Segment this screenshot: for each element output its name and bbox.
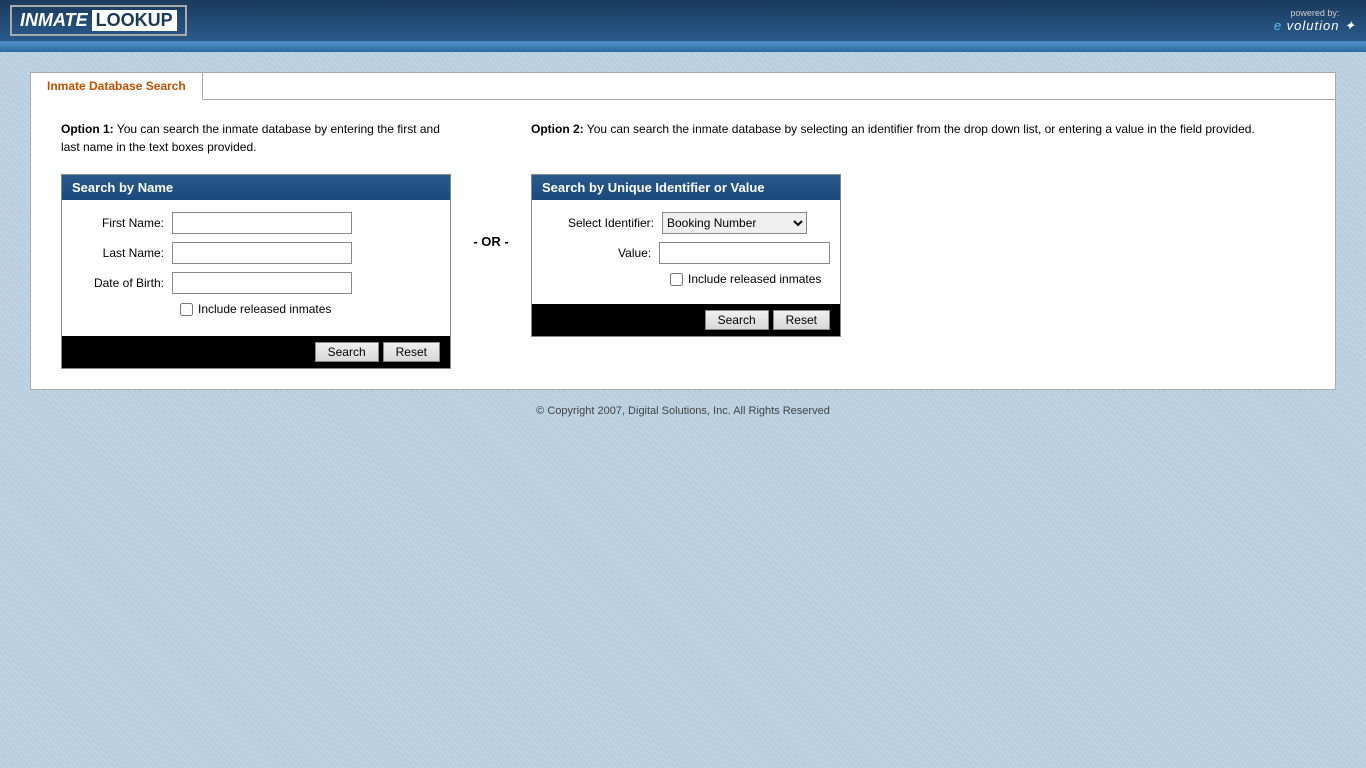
copyright-text: © Copyright 2007, Digital Solutions, Inc… <box>536 405 830 417</box>
option1-label: Option 1: <box>61 122 114 136</box>
footer: © Copyright 2007, Digital Solutions, Inc… <box>30 390 1336 432</box>
name-search-button[interactable]: Search <box>315 342 379 362</box>
select-identifier-label: Select Identifier: <box>542 216 662 230</box>
or-divider: - OR - <box>451 174 531 249</box>
include-released-checkbox[interactable] <box>180 303 193 316</box>
logo-box: INMATE LOOKUP <box>10 5 187 36</box>
identifier-select[interactable]: Booking Number SSN Inmate ID Case Number <box>662 212 807 234</box>
uid-include-released-checkbox[interactable] <box>670 273 683 286</box>
dob-row: Date of Birth: <box>72 272 440 294</box>
powered-by-label: powered by: <box>1290 8 1339 18</box>
powered-by-area: powered by: e volution ✦ <box>1274 8 1356 34</box>
uid-include-released-label: Include released inmates <box>688 272 821 286</box>
uid-search-body: Select Identifier: Booking Number SSN In… <box>532 200 840 304</box>
uid-search-footer: Search Reset <box>532 304 840 336</box>
first-name-input[interactable] <box>172 212 352 234</box>
logo-area: INMATE LOOKUP <box>10 5 187 36</box>
panel-container: Inmate Database Search Option 1: You can… <box>30 72 1336 390</box>
name-reset-button[interactable]: Reset <box>383 342 440 362</box>
option1-description: Option 1: You can search the inmate data… <box>61 120 451 156</box>
option2-text: You can search the inmate database by se… <box>584 122 1255 136</box>
include-released-row: Include released inmates <box>180 302 440 316</box>
app-header: INMATE LOOKUP powered by: e volution ✦ <box>0 0 1366 44</box>
evolution-logo: e volution ✦ <box>1274 18 1356 34</box>
select-identifier-row: Select Identifier: Booking Number SSN In… <box>542 212 830 234</box>
value-label: Value: <box>542 246 659 260</box>
name-search-footer: Search Reset <box>62 336 450 368</box>
option2-description: Option 2: You can search the inmate data… <box>531 120 1305 138</box>
last-name-input[interactable] <box>172 242 352 264</box>
uid-search-column: Search by Unique Identifier or Value Sel… <box>531 174 1305 337</box>
value-row: Value: <box>542 242 830 264</box>
last-name-label: Last Name: <box>72 246 172 260</box>
uid-reset-button[interactable]: Reset <box>773 310 830 330</box>
include-released-label: Include released inmates <box>198 302 331 316</box>
dob-input[interactable] <box>172 272 352 294</box>
option2-label: Option 2: <box>531 122 584 136</box>
main-content: Inmate Database Search Option 1: You can… <box>0 52 1366 452</box>
logo-inmate-text: INMATE <box>20 10 88 31</box>
uid-search-box: Search by Unique Identifier or Value Sel… <box>531 174 841 337</box>
first-name-label: First Name: <box>72 216 172 230</box>
last-name-row: Last Name: <box>72 242 440 264</box>
dob-label: Date of Birth: <box>72 276 172 290</box>
uid-search-button[interactable]: Search <box>705 310 769 330</box>
panel-body: Option 1: You can search the inmate data… <box>31 100 1335 389</box>
option1-text: You can search the inmate database by en… <box>61 122 440 154</box>
name-search-column: Search by Name First Name: Last Name: <box>61 174 451 369</box>
options-row: Option 1: You can search the inmate data… <box>61 120 1305 156</box>
uid-include-released-row: Include released inmates <box>670 272 830 286</box>
subheader-bar <box>0 44 1366 52</box>
logo-lookup-text: LOOKUP <box>92 10 177 31</box>
tab-inmate-database-search[interactable]: Inmate Database Search <box>31 73 203 100</box>
search-layout: Search by Name First Name: Last Name: <box>61 174 1305 369</box>
value-input[interactable] <box>659 242 830 264</box>
or-label: - OR - <box>473 234 508 249</box>
uid-search-header: Search by Unique Identifier or Value <box>532 175 840 200</box>
name-search-box: Search by Name First Name: Last Name: <box>61 174 451 369</box>
name-search-header: Search by Name <box>62 175 450 200</box>
tab-bar: Inmate Database Search <box>31 73 1335 100</box>
first-name-row: First Name: <box>72 212 440 234</box>
name-search-body: First Name: Last Name: Date of Birth: <box>62 200 450 336</box>
